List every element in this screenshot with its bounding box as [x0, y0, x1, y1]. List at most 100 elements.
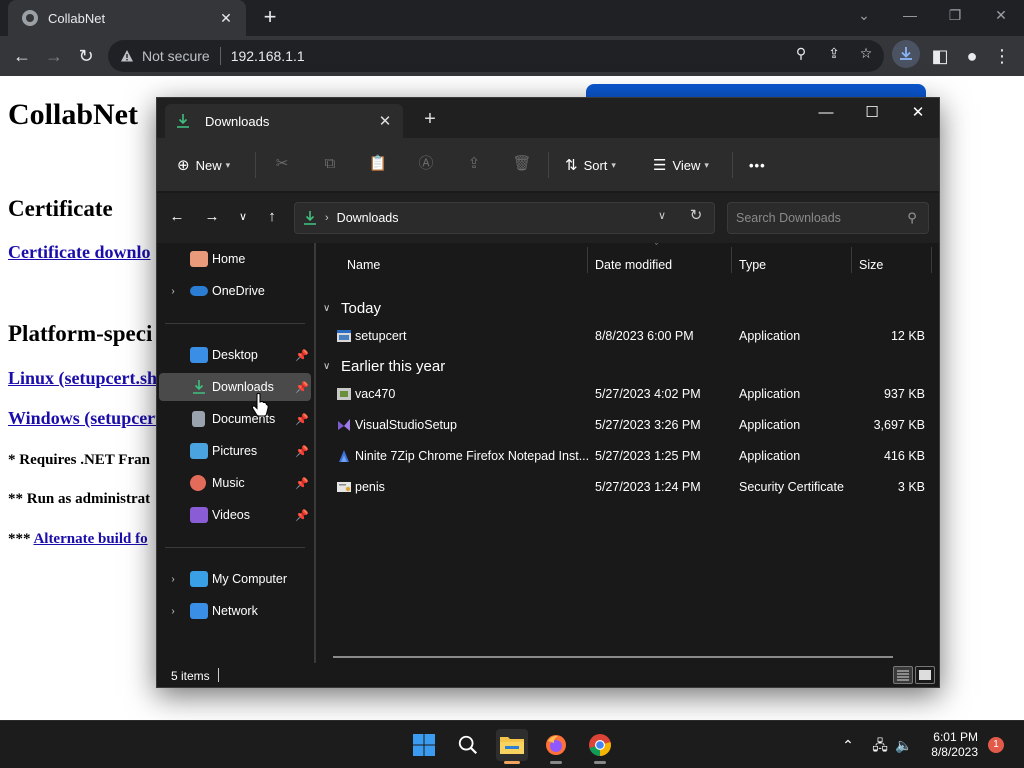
nav-label: OneDrive — [212, 284, 265, 298]
windows-link[interactable]: Windows (setupcert — [8, 408, 161, 429]
up-arrow-icon[interactable]: ↑ — [262, 207, 282, 227]
file-type: Application — [739, 418, 801, 432]
copy-icon[interactable]: ⧉ — [320, 154, 340, 174]
security-status[interactable]: Not secure — [142, 48, 210, 64]
note-alternate: *** Alternate build fo — [8, 531, 148, 548]
file-explorer-taskbar-button[interactable] — [496, 729, 528, 764]
recent-locations-icon[interactable]: ∨ — [233, 207, 253, 227]
column-header-size[interactable]: Size — [849, 251, 929, 279]
more-options-button[interactable]: ••• — [749, 152, 766, 178]
nav-item-onedrive[interactable]: › OneDrive — [159, 277, 311, 305]
share-file-icon[interactable]: ⇪ — [464, 154, 484, 174]
file-row[interactable]: VisualStudioSetup 5/27/2023 3:26 PM Appl… — [321, 410, 933, 440]
nav-item-pictures[interactable]: Pictures 📌 — [159, 437, 311, 465]
nav-pane-splitter[interactable] — [314, 243, 316, 663]
explorer-new-tab-button[interactable]: + — [419, 108, 441, 130]
tiles-view-icon[interactable] — [915, 666, 935, 684]
expand-chevron-icon[interactable]: › — [167, 574, 179, 585]
pin-icon: 📌 — [295, 477, 309, 490]
expand-chevron-icon[interactable]: › — [167, 286, 179, 297]
new-tab-button[interactable]: + — [258, 6, 282, 30]
browser-tab[interactable]: CollabNet ✕ — [8, 0, 246, 36]
new-button[interactable]: ⊕ New ▾ — [177, 152, 230, 178]
sort-button[interactable]: ⇅ Sort ▾ — [565, 152, 616, 178]
certificate-download-link[interactable]: Certificate downlo — [8, 242, 150, 263]
close-window-icon[interactable]: ✕ — [987, 4, 1015, 26]
back-arrow-icon[interactable]: ← — [167, 207, 187, 227]
show-hidden-icons-chevron-icon[interactable]: ⌃ — [838, 735, 858, 755]
minimize-icon[interactable]: — — [896, 4, 924, 26]
notification-badge[interactable]: 1 — [988, 737, 1004, 753]
file-type: Application — [739, 449, 801, 463]
details-view-icon[interactable] — [893, 666, 913, 684]
url-text[interactable]: 192.168.1.1 — [231, 48, 305, 64]
cut-icon[interactable]: ✂ — [272, 154, 292, 174]
side-panel-icon[interactable]: ◧ — [928, 44, 952, 68]
nav-item-desktop[interactable]: Desktop 📌 — [159, 341, 311, 369]
search-taskbar-button[interactable] — [452, 729, 484, 761]
explorer-maximize-icon[interactable]: ☐ — [857, 102, 887, 124]
item-count: 5 items — [171, 669, 210, 683]
downloads-button[interactable] — [892, 40, 920, 68]
file-row[interactable]: penis 5/27/2023 1:24 PM Security Certifi… — [321, 472, 933, 502]
alternate-build-link[interactable]: Alternate build fo — [33, 531, 147, 547]
restore-icon[interactable]: ❐ — [941, 4, 969, 26]
nav-item-documents[interactable]: Documents 📌 — [159, 405, 311, 433]
paste-icon[interactable]: 📋 — [368, 154, 388, 174]
start-button[interactable] — [408, 729, 440, 761]
expand-chevron-icon[interactable]: › — [167, 606, 179, 617]
file-row[interactable]: vac470 5/27/2023 4:02 PM Application 937… — [321, 379, 933, 409]
column-header-date[interactable]: Date modified — [585, 251, 729, 279]
nav-item-downloads[interactable]: Downloads 📌 — [159, 373, 311, 401]
nav-item-home[interactable]: Home — [159, 245, 311, 273]
column-header-type[interactable]: Type — [729, 251, 849, 279]
volume-icon[interactable]: 🔈 — [894, 735, 914, 755]
group-header-today[interactable]: ∨ Today — [323, 295, 381, 321]
explorer-close-icon[interactable]: ✕ — [903, 102, 933, 124]
file-row[interactable]: Ninite 7Zip Chrome Firefox Notepad Inst.… — [321, 441, 933, 471]
group-header-earlier[interactable]: ∨ Earlier this year — [323, 353, 445, 379]
tab-close-icon[interactable]: ✕ — [216, 10, 236, 27]
column-header-name[interactable]: Name — [337, 251, 587, 279]
forward-icon[interactable]: → — [42, 44, 66, 68]
network-tray-icon[interactable]: 🖧 — [870, 735, 890, 755]
explorer-address-row: ← → ∨ ↑ › Downloads ∨ ↻ ⚲ — [157, 193, 939, 243]
explorer-address-bar[interactable]: › Downloads — [294, 202, 715, 234]
forward-arrow-icon[interactable]: → — [202, 207, 222, 227]
horizontal-scrollbar[interactable] — [333, 656, 893, 658]
explorer-tab[interactable]: Downloads ✕ — [165, 104, 403, 138]
bookmark-star-icon[interactable]: ☆ — [857, 44, 875, 62]
address-dropdown-icon[interactable]: ∨ — [655, 209, 669, 223]
nav-item-music[interactable]: Music 📌 — [159, 469, 311, 497]
clock[interactable]: 6:01 PM 8/8/2023 — [922, 730, 978, 760]
breadcrumb[interactable]: Downloads — [337, 211, 399, 225]
profile-icon[interactable]: ● — [960, 44, 984, 68]
rename-icon[interactable]: Ⓐ — [416, 154, 436, 174]
reload-icon[interactable]: ↻ — [74, 44, 98, 68]
nav-item-videos[interactable]: Videos 📌 — [159, 501, 311, 529]
nav-item-my-computer[interactable]: › My Computer — [159, 565, 311, 593]
search-box[interactable]: ⚲ — [727, 202, 929, 234]
view-button[interactable]: ☰ View ▾ — [653, 152, 709, 178]
taskbar: ⌃ 🖧 🔈 6:01 PM 8/8/2023 1 — [0, 720, 1024, 768]
zoom-search-icon[interactable]: ⚲ — [792, 44, 810, 62]
explorer-tab-close-icon[interactable]: ✕ — [377, 112, 393, 130]
refresh-icon[interactable]: ↻ — [687, 207, 705, 225]
linux-link[interactable]: Linux (setupcert.sh — [8, 368, 157, 389]
share-icon[interactable]: ⇪ — [825, 44, 843, 62]
address-bar[interactable]: Not secure 192.168.1.1 — [108, 40, 884, 72]
chrome-taskbar-button[interactable] — [584, 729, 616, 764]
menu-dots-icon[interactable]: ⋮ — [990, 44, 1014, 68]
delete-icon[interactable]: 🗑 — [512, 154, 532, 174]
firefox-taskbar-button[interactable] — [540, 729, 572, 764]
breadcrumb-chevron-icon[interactable]: › — [325, 212, 329, 224]
nav-item-network[interactable]: › Network — [159, 597, 311, 625]
search-input[interactable] — [736, 211, 904, 225]
back-icon[interactable]: ← — [10, 44, 34, 68]
file-row[interactable]: setupcert 8/8/2023 6:00 PM Application 1… — [321, 321, 933, 351]
tab-search-icon[interactable]: ⌄ — [850, 4, 878, 26]
column-divider[interactable] — [931, 247, 932, 273]
file-name: VisualStudioSetup — [355, 418, 457, 432]
installer-icon — [337, 388, 351, 400]
explorer-minimize-icon[interactable]: — — [811, 102, 841, 124]
